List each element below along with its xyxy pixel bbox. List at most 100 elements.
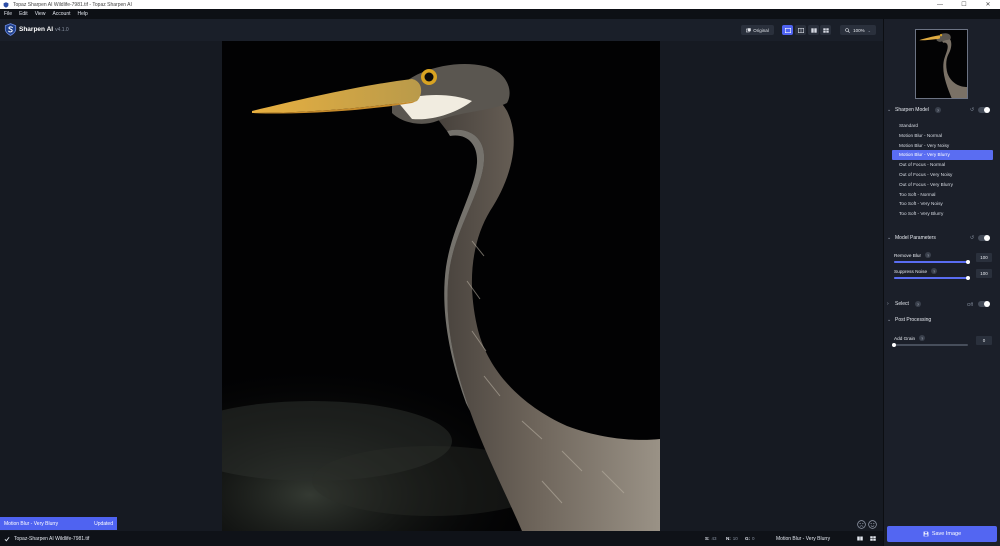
help-icon[interactable]: ? — [925, 252, 932, 258]
model-item-too-soft-very-noisy[interactable]: Too Soft - Very Noisy — [892, 199, 993, 209]
side-by-side-view-icon — [810, 27, 817, 33]
suppress-noise-value[interactable]: 100 — [976, 269, 992, 278]
stat-s-value: 43 — [711, 536, 717, 541]
right-panel: ⌄ Sharpen Model ? ↺ Standard Motion Blur… — [883, 19, 1000, 546]
menu-edit[interactable]: Edit — [19, 11, 28, 17]
model-parameters-title: Model Parameters — [895, 235, 936, 241]
sharpen-model-toggle[interactable] — [978, 107, 990, 113]
model-parameters-header[interactable]: ⌄ Model Parameters ↺ — [884, 233, 1000, 243]
slider-knob[interactable] — [966, 276, 970, 280]
model-item-too-soft-very-blurry[interactable]: Too Soft - Very Blurry — [892, 209, 993, 219]
happy-face-icon[interactable] — [868, 520, 877, 529]
update-toast: Motion Blur - Very Blurry Updated — [0, 517, 117, 530]
chevron-right-icon: › — [887, 301, 889, 307]
original-button[interactable]: Original — [741, 25, 774, 35]
slider-knob[interactable] — [966, 260, 970, 264]
reset-icon[interactable]: ↺ — [970, 235, 974, 241]
help-icon[interactable]: ? — [931, 268, 938, 274]
select-state: Off — [967, 301, 973, 307]
navigator-thumbnail[interactable] — [915, 29, 968, 99]
app-name: Sharpen AI — [19, 26, 54, 33]
single-view-button[interactable] — [782, 25, 793, 35]
split-view-button[interactable] — [795, 25, 806, 35]
help-icon[interactable]: ? — [915, 301, 921, 307]
add-grain-text: Add Grain — [894, 335, 916, 341]
model-item-motion-blur-normal[interactable]: Motion Blur - Normal — [892, 131, 993, 141]
select-toggle[interactable] — [978, 301, 990, 307]
stat-n-value: 10 — [732, 536, 738, 541]
model-parameters-toggle[interactable] — [978, 235, 990, 241]
stat-noise: N: 10 — [726, 536, 738, 541]
save-icon — [923, 531, 929, 537]
model-item-standard[interactable]: Standard — [892, 121, 993, 131]
chevron-down-icon: ⌄ — [887, 107, 892, 113]
check-icon — [4, 536, 10, 541]
model-item-motion-blur-very-noisy[interactable]: Motion Blur - Very Noisy — [892, 141, 993, 151]
remove-blur-label: Remove Blur ? — [894, 252, 932, 258]
menu-bar: File Edit View Account Help — [0, 9, 1000, 19]
menu-help[interactable]: Help — [78, 11, 88, 17]
zoom-dropdown[interactable]: 100% ⌄ — [840, 25, 876, 35]
remove-blur-text: Remove Blur — [894, 252, 922, 258]
quad-view-button[interactable] — [820, 25, 831, 35]
model-item-motion-blur-very-blurry[interactable]: Motion Blur - Very Blurry — [892, 150, 993, 161]
add-grain-value[interactable]: 0 — [976, 336, 992, 345]
status-model: Motion Blur - Very Blurry — [776, 536, 831, 542]
suppress-noise-text: Suppress Noise — [894, 268, 928, 274]
save-image-button[interactable]: Save Image — [887, 526, 997, 542]
original-label: Original — [753, 27, 769, 33]
help-icon[interactable]: ? — [935, 107, 941, 113]
remove-blur-value[interactable]: 100 — [976, 253, 992, 262]
model-list: Standard Motion Blur - Normal Motion Blu… — [892, 121, 993, 219]
status-bar: Topaz-Sharpen AI Wildlife-7981.tif S: 43 … — [0, 531, 883, 546]
close-button[interactable]: ✕ — [976, 0, 1000, 9]
post-processing-header[interactable]: ⌄ Post Processing — [884, 315, 1000, 325]
preview-image[interactable] — [222, 41, 660, 531]
sharpen-s-logo-icon — [4, 23, 17, 36]
menu-account[interactable]: Account — [52, 11, 70, 17]
stat-s-label: S: — [705, 536, 710, 541]
split-view-icon — [797, 27, 804, 33]
magnifier-icon — [845, 27, 850, 33]
minimize-button[interactable]: — — [928, 0, 952, 9]
help-icon[interactable]: ? — [919, 335, 926, 341]
file-name: Topaz-Sharpen AI Wildlife-7981.tif — [14, 535, 90, 542]
model-item-too-soft-normal[interactable]: Too Soft - Normal — [892, 190, 993, 200]
model-item-out-of-focus-normal[interactable]: Out of Focus - Normal — [892, 160, 993, 170]
maximize-button[interactable]: ☐ — [952, 0, 976, 9]
slider-knob[interactable] — [892, 343, 896, 347]
remove-blur-slider[interactable] — [894, 260, 970, 264]
stat-grain: G: 0 — [745, 536, 755, 541]
compare-view-icon[interactable] — [857, 536, 863, 541]
window-title: Topaz Sharpen AI Wildlife-7981.tif - Top… — [13, 1, 132, 8]
grid-view-icon[interactable] — [870, 536, 876, 541]
save-image-label: Save Image — [931, 531, 962, 537]
top-toolbar: Sharpen AI v4.1.0 Original 100% ⌄ — [0, 19, 883, 41]
select-header[interactable]: › Select ? Off — [884, 299, 1000, 309]
chevron-down-icon: ⌄ — [887, 235, 892, 241]
side-by-side-view-button[interactable] — [808, 25, 819, 35]
window-titlebar: Topaz Sharpen AI Wildlife-7981.tif - Top… — [0, 0, 1000, 9]
model-item-out-of-focus-very-blurry[interactable]: Out of Focus - Very Blurry — [892, 180, 993, 190]
image-canvas[interactable] — [0, 41, 883, 531]
reset-icon[interactable]: ↺ — [970, 107, 974, 113]
model-item-out-of-focus-very-noisy[interactable]: Out of Focus - Very Noisy — [892, 170, 993, 180]
thumbnail-image — [916, 30, 967, 98]
brand: Sharpen AI v4.1.0 — [4, 23, 69, 36]
menu-file[interactable]: File — [4, 11, 12, 17]
suppress-noise-slider[interactable] — [894, 276, 970, 280]
suppress-noise-label: Suppress Noise ? — [894, 268, 938, 274]
select-title: Select — [895, 301, 909, 307]
sad-face-icon[interactable] — [857, 520, 866, 529]
add-grain-slider[interactable] — [892, 343, 968, 347]
menu-view[interactable]: View — [35, 11, 46, 17]
compare-icon — [746, 27, 751, 32]
topaz-shield-icon — [3, 1, 9, 8]
stat-g-label: G: — [745, 536, 750, 541]
post-processing-title: Post Processing — [895, 317, 932, 323]
chevron-down-icon: ⌄ — [867, 27, 871, 33]
sharpen-model-header[interactable]: ⌄ Sharpen Model ? ↺ — [884, 105, 1000, 115]
chevron-down-icon: ⌄ — [887, 317, 892, 323]
single-view-icon — [784, 27, 791, 33]
stat-g-value: 0 — [752, 536, 755, 541]
